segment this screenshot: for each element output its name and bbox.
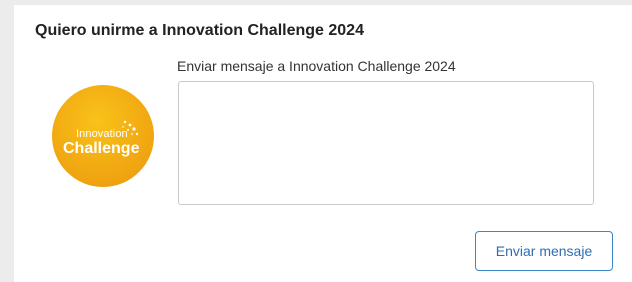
innovation-challenge-logo: Innovation Challenge	[52, 85, 154, 187]
message-textarea[interactable]	[178, 81, 594, 205]
send-message-button[interactable]: Enviar mensaje	[475, 231, 613, 271]
logo-text-challenge: Challenge	[63, 140, 140, 157]
message-field-label: Enviar mensaje a Innovation Challenge 20…	[177, 58, 456, 74]
card-title: Quiero unirme a Innovation Challenge 202…	[35, 22, 364, 39]
join-request-card: Quiero unirme a Innovation Challenge 202…	[14, 5, 632, 282]
logo-text-innovation: Innovation	[76, 128, 128, 140]
